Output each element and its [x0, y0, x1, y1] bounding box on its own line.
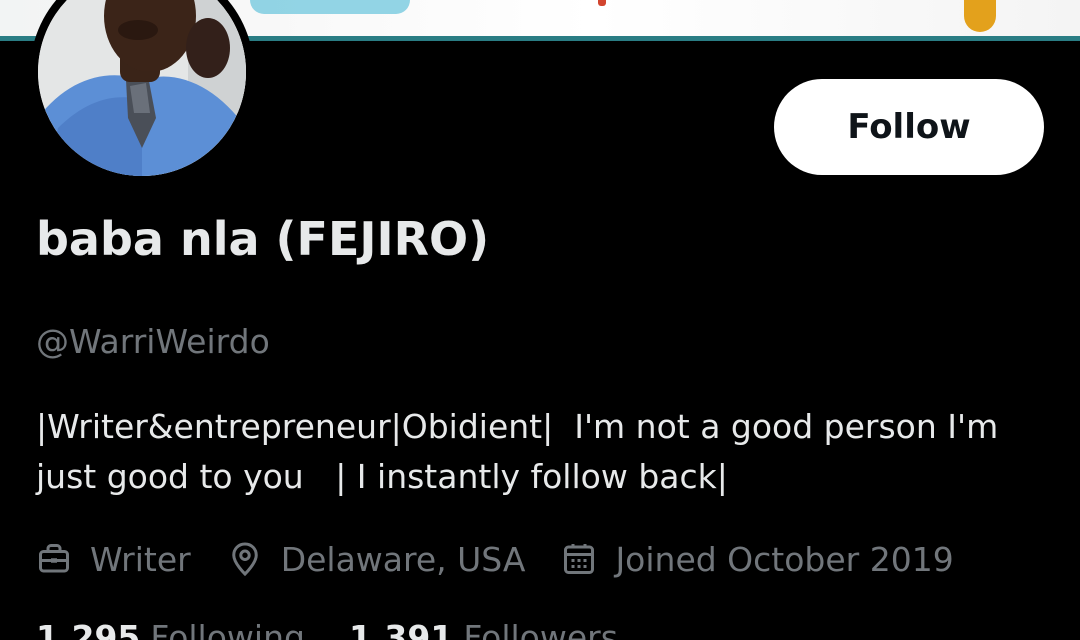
- meta-location: Delaware, USA: [227, 539, 526, 579]
- location-pin-icon: [231, 542, 258, 577]
- banner-art: [598, 0, 606, 6]
- avatar[interactable]: [30, 0, 254, 184]
- following-label: Following: [150, 618, 305, 640]
- profile-stats: 1,295 Following 1,391 Followers: [36, 618, 662, 640]
- avatar-photo: [38, 0, 246, 176]
- banner-art: [250, 0, 410, 14]
- meta-profession-label: Writer: [90, 539, 191, 579]
- meta-joined-label: Joined October 2019: [615, 539, 954, 579]
- user-handle: @WarriWeirdo: [36, 322, 270, 361]
- profile-meta: Writer Delaware, USA Joined October 2019: [36, 536, 990, 582]
- followers-count: 1,391: [348, 618, 454, 640]
- banner-art: [964, 0, 996, 32]
- following-link[interactable]: 1,295 Following: [36, 618, 305, 640]
- avatar-portrait: [38, 0, 246, 176]
- profile-bio: |Writer&entrepreneur|Obidient| I'm not a…: [36, 407, 1009, 496]
- followers-link[interactable]: 1,391 Followers: [349, 618, 618, 640]
- display-name: baba nla (FEJIRO): [36, 212, 490, 266]
- following-count: 1,295: [36, 618, 141, 640]
- meta-profession: Writer: [36, 540, 191, 579]
- briefcase-icon: [39, 544, 69, 573]
- profile-page: Follow baba nla (FEJIRO) @WarriWeirdo |W…: [0, 0, 1080, 640]
- meta-location-label: Delaware, USA: [280, 539, 526, 579]
- follow-button[interactable]: Follow: [774, 79, 1044, 175]
- calendar-icon: [564, 544, 595, 574]
- followers-label: Followers: [463, 618, 618, 640]
- meta-joined: Joined October 2019: [561, 539, 954, 579]
